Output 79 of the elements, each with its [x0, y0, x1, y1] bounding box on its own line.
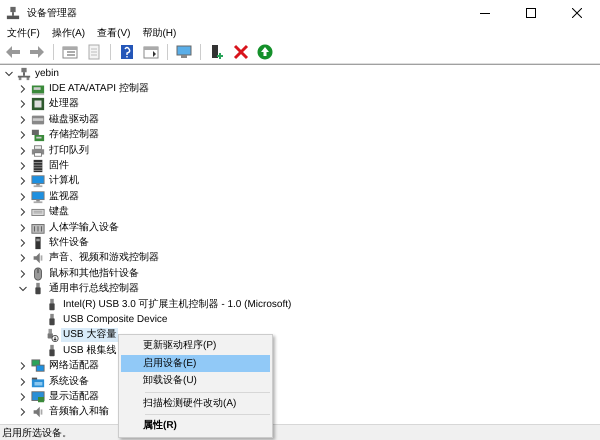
disabled-usb-icon	[45, 328, 59, 342]
tree-item[interactable]: USB 根集线	[61, 344, 118, 358]
context-menu-item[interactable]: 属性(R)	[121, 417, 270, 434]
monitor-icon	[31, 174, 45, 188]
chevron-icon[interactable]	[19, 285, 27, 294]
forward-arrow-icon[interactable]	[29, 44, 45, 60]
window-title: 设备管理器	[27, 6, 77, 20]
tree-item[interactable]: yebin	[33, 66, 61, 81]
chevron-icon[interactable]	[19, 208, 27, 216]
tree-item[interactable]: USB 大容量	[61, 328, 118, 342]
tree-item[interactable]: 键盘	[47, 205, 71, 220]
chevron-icon[interactable]	[19, 177, 27, 186]
tree-item[interactable]: 计算机	[47, 174, 81, 188]
tree-item[interactable]: 软件设备	[47, 236, 91, 250]
tree-item[interactable]: 音频输入和输	[47, 405, 111, 420]
storage-icon	[31, 128, 45, 142]
speaker-icon	[31, 405, 45, 420]
device-add-icon[interactable]	[209, 44, 225, 60]
speaker-icon	[31, 251, 45, 266]
board-icon	[31, 159, 45, 174]
context-menu-item[interactable]: 更新驱动程序(P)	[121, 337, 270, 354]
chevron-icon[interactable]	[19, 270, 27, 278]
tree-item[interactable]: 网络适配器	[47, 359, 101, 374]
chevron-icon[interactable]	[19, 146, 27, 155]
menu-item[interactable]: 操作(A)	[46, 26, 92, 40]
tree-item[interactable]: 声音、视频和游戏控制器	[47, 251, 161, 266]
chevron-icon[interactable]	[19, 162, 27, 170]
menu-item[interactable]: 文件(F)	[1, 26, 46, 40]
chevron-icon[interactable]	[19, 116, 27, 124]
monitor-icon	[176, 44, 192, 60]
help-icon[interactable]	[119, 44, 135, 60]
device-manager-icon	[6, 6, 20, 20]
chevron-icon[interactable]	[19, 378, 27, 386]
chevron-icon[interactable]	[19, 238, 27, 247]
tree-item[interactable]: IDE ATA/ATAPI 控制器	[47, 82, 151, 96]
display-adapter-icon	[31, 390, 45, 404]
tree-item[interactable]: Intel(R) USB 3.0 可扩展主机控制器 - 1.0 (Microsoft)	[61, 298, 294, 312]
computer-icon	[17, 66, 31, 81]
chevron-icon[interactable]	[19, 362, 27, 370]
chevron-icon[interactable]	[19, 408, 27, 416]
tree-item[interactable]: 磁盘驱动器	[47, 112, 101, 127]
context-menu-item[interactable]: 卸载设备(U)	[121, 372, 270, 390]
tree-item[interactable]: 处理器	[47, 97, 81, 112]
context-menu-item[interactable]: 扫描检测硬件改动(A)	[121, 394, 270, 412]
close-icon[interactable]	[572, 8, 582, 18]
x-icon[interactable]	[233, 44, 249, 60]
status-text: 启用所选设备。	[2, 426, 72, 440]
chevron-icon[interactable]	[19, 192, 27, 201]
drive-icon	[31, 112, 45, 127]
tree-item[interactable]: 系统设备	[47, 374, 91, 388]
window-icon[interactable]	[62, 44, 78, 60]
printer-icon	[31, 144, 45, 158]
chevron-icon[interactable]	[19, 100, 27, 108]
chip-icon	[31, 97, 45, 112]
menu-item[interactable]: 帮助(H)	[136, 26, 182, 40]
back-arrow-icon[interactable]	[5, 44, 21, 60]
chevron-icon[interactable]	[19, 392, 27, 401]
tree-item[interactable]: 存储控制器	[47, 128, 101, 142]
chevron-icon[interactable]	[19, 254, 27, 262]
tree-item[interactable]: 监视器	[47, 190, 81, 204]
tree-item[interactable]: 打印队列	[47, 144, 91, 158]
chevron-icon[interactable]	[5, 70, 13, 78]
panel-icon[interactable]	[143, 44, 159, 60]
tree-item[interactable]: 通用串行总线控制器	[47, 282, 141, 296]
network-icon	[31, 359, 45, 374]
monitor-icon	[31, 190, 45, 204]
tree-item[interactable]: 固件	[47, 159, 71, 174]
tree-item[interactable]: 人体学输入设备	[47, 220, 121, 235]
mouse-icon	[31, 266, 45, 281]
tree-item[interactable]: USB Composite Device	[61, 312, 170, 327]
tree-item[interactable]: 显示适配器	[47, 390, 101, 404]
chevron-icon[interactable]	[19, 224, 27, 232]
context-menu-item[interactable]: 启用设备(E)	[121, 354, 270, 372]
chevron-icon[interactable]	[19, 85, 27, 94]
tree-item[interactable]: 鼠标和其他指针设备	[47, 266, 141, 281]
menu-item[interactable]: 查看(V)	[91, 26, 136, 40]
maximize-icon[interactable]	[526, 8, 536, 18]
folder-icon	[31, 374, 45, 388]
chevron-icon[interactable]	[19, 131, 27, 140]
